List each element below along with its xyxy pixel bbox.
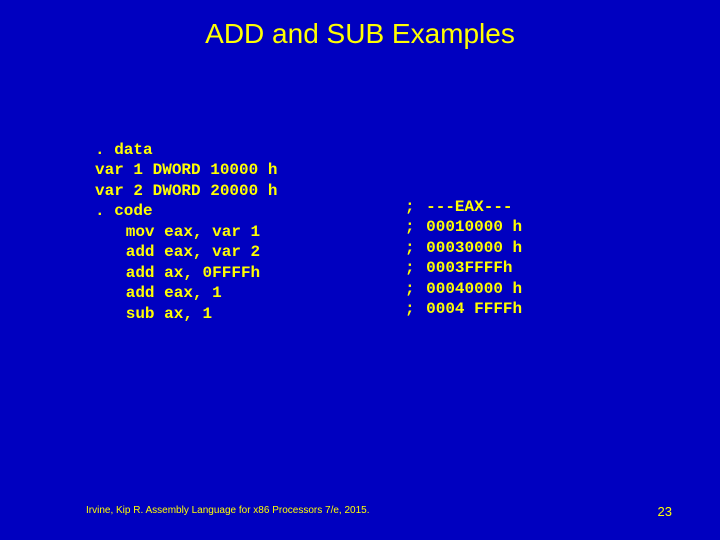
code-text: . code bbox=[95, 202, 153, 220]
code-line: mov eax, var 1 bbox=[95, 222, 277, 242]
code-text: . data bbox=[95, 141, 153, 159]
comment-line: ;00030000 h bbox=[405, 238, 522, 258]
code-line: add ax, 0FFFFh bbox=[95, 263, 277, 283]
comment-text: 00040000 h bbox=[426, 280, 522, 298]
comment-prefix: ; bbox=[405, 217, 426, 237]
code-line: add eax, var 2 bbox=[95, 242, 277, 262]
slide: ADD and SUB Examples . data var 1 DWORD 1… bbox=[0, 0, 720, 540]
comment-text: 0004 FFFFh bbox=[426, 300, 522, 318]
comment-text: ---EAX--- bbox=[426, 198, 512, 216]
comment-line: ;00040000 h bbox=[405, 279, 522, 299]
comment-text: 0003FFFFh bbox=[426, 259, 512, 277]
comment-prefix: ; bbox=[405, 238, 426, 258]
comment-text: 00010000 h bbox=[426, 218, 522, 236]
code-block: . data var 1 DWORD 10000 h var 2 DWORD 200… bbox=[95, 140, 277, 324]
code-line: var 1 DWORD 10000 h bbox=[95, 160, 277, 180]
footer-citation: Irvine, Kip R. Assembly Language for x86… bbox=[86, 505, 370, 516]
slide-title: ADD and SUB Examples bbox=[0, 18, 720, 50]
code-text: add eax, var 2 bbox=[126, 243, 260, 261]
comment-column: ;---EAX---;00010000 h;00030000 h;0003FFF… bbox=[405, 197, 522, 320]
code-line: var 2 DWORD 20000 h bbox=[95, 181, 277, 201]
code-line: . data bbox=[95, 140, 277, 160]
comment-line: ;0004 FFFFh bbox=[405, 299, 522, 319]
code-line: . code bbox=[95, 201, 277, 221]
comment-prefix: ; bbox=[405, 299, 426, 319]
comment-line: ;0003FFFFh bbox=[405, 258, 522, 278]
code-line: add eax, 1 bbox=[95, 283, 277, 303]
page-number: 23 bbox=[658, 504, 672, 519]
code-text: mov eax, var 1 bbox=[126, 223, 260, 241]
comment-line: ;---EAX--- bbox=[405, 197, 522, 217]
comment-prefix: ; bbox=[405, 279, 426, 299]
code-text: var 1 DWORD 10000 h bbox=[95, 161, 277, 179]
code-text: sub ax, 1 bbox=[126, 305, 212, 323]
code-text: var 2 DWORD 20000 h bbox=[95, 182, 277, 200]
comment-prefix: ; bbox=[405, 197, 426, 217]
comment-line: ;00010000 h bbox=[405, 217, 522, 237]
code-text: add eax, 1 bbox=[126, 284, 222, 302]
comment-prefix: ; bbox=[405, 258, 426, 278]
code-line: sub ax, 1 bbox=[95, 304, 277, 324]
comment-text: 00030000 h bbox=[426, 239, 522, 257]
code-text: add ax, 0FFFFh bbox=[126, 264, 260, 282]
